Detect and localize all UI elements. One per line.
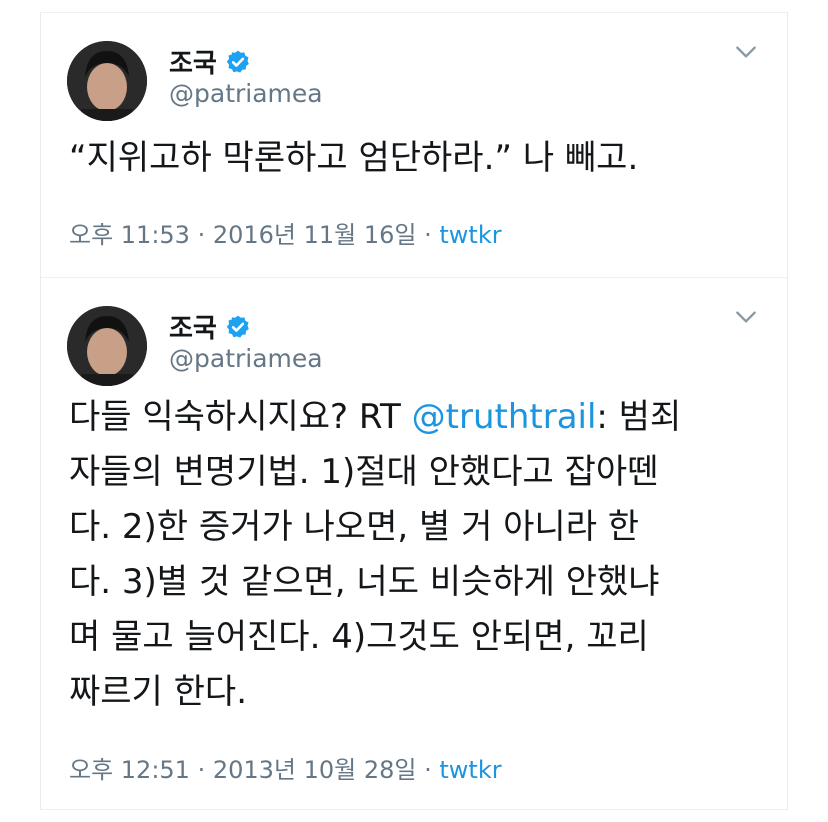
meta-separator: · [416, 756, 440, 784]
verified-badge-icon [226, 50, 249, 73]
tweet-meta: 오후 11:53 · 2016년 11월 16일 · twtkr [69, 215, 502, 250]
tweet-meta: 오후 12:51 · 2013년 10월 28일 · twtkr [69, 750, 502, 785]
display-name[interactable]: 조국 [169, 43, 217, 80]
display-name[interactable]: 조국 [169, 308, 217, 345]
meta-separator: · [416, 221, 440, 249]
tweet-text-start: 다들 익숙하시지요? RT [69, 397, 412, 437]
user-handle[interactable]: @patriamea [169, 344, 323, 373]
tweet-timestamp[interactable]: 오후 11:53 · 2016년 11월 16일 [69, 221, 417, 249]
chevron-down-icon[interactable] [733, 304, 759, 330]
user-handle[interactable]: @patriamea [169, 79, 323, 108]
avatar[interactable] [67, 306, 147, 386]
avatar[interactable] [67, 41, 147, 121]
tweet-text: 다들 익숙하시지요? RT @truthtrail: 범죄 자들의 변명기법. … [69, 390, 759, 720]
tweet-source-link[interactable]: twtkr [439, 221, 501, 249]
tweet-text-rest: : 범죄 자들의 변명기법. 1)절대 안했다고 잡아뗀 다. 2)한 증거가 … [69, 397, 682, 712]
tweet-card[interactable]: 조국 @patriamea “지위고하 막론하고 엄단하라.” 나 빼고. 오후… [40, 12, 788, 278]
tweet-text: “지위고하 막론하고 엄단하라.” 나 빼고. [69, 138, 639, 178]
chevron-down-icon[interactable] [733, 39, 759, 65]
tweet-card[interactable]: 조국 @patriamea 다들 익숙하시지요? RT @truthtrail:… [40, 278, 788, 810]
tweet-source-link[interactable]: twtkr [439, 756, 501, 784]
mention-link[interactable]: @truthtrail [412, 397, 597, 437]
verified-badge-icon [226, 315, 249, 338]
tweet-timestamp[interactable]: 오후 12:51 · 2013년 10월 28일 [69, 756, 417, 784]
